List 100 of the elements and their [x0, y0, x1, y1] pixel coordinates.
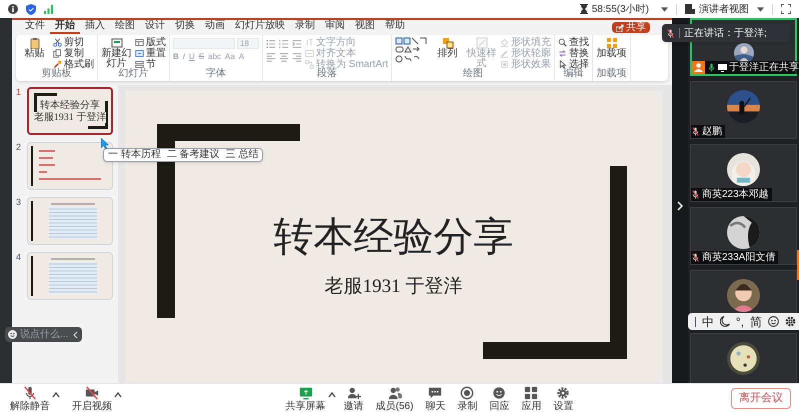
participant-name: 赵鹏: [702, 126, 722, 138]
align-right-icon: [292, 52, 302, 62]
ribbon-button[interactable]: 替换: [558, 48, 590, 59]
slide-subtitle: 老服1931 于登洋: [324, 275, 464, 299]
layers-icon: [442, 37, 454, 49]
swap-arrows-icon: [558, 49, 568, 58]
chevron-left-icon: [73, 330, 78, 338]
cursor-icon: [558, 60, 568, 69]
ribbon-tab[interactable]: 绘图: [110, 20, 140, 34]
ribbon-button[interactable]: 新建幻灯片: [101, 37, 132, 68]
tooltip-item: 二 备考建议: [166, 149, 220, 161]
view-mode-button[interactable]: 演讲者视图: [685, 2, 764, 16]
group-label: 编辑: [562, 68, 584, 79]
effects-icon: [500, 60, 510, 69]
screen-share-icon: [298, 386, 313, 400]
thumbnail-title: 转本经验分享: [40, 100, 100, 110]
group-label: 剪贴板: [40, 68, 72, 79]
settings-icon: [556, 386, 570, 400]
chevron-right-icon: [677, 201, 683, 211]
leave-meeting-button[interactable]: 离开会议: [731, 388, 792, 409]
font-name-field[interactable]: [173, 38, 235, 49]
caret-icon: [757, 6, 764, 12]
ribbon-button[interactable]: 版式: [135, 37, 166, 48]
ribbon-tab[interactable]: 文件: [20, 20, 50, 34]
paint-bucket-icon: [500, 38, 510, 47]
text-direction-icon: [305, 38, 314, 47]
bullet-list-icon: [266, 39, 276, 49]
slide-icon: [135, 49, 144, 58]
pen-icon: [500, 49, 510, 58]
speaking-indicator: 正在讲话：于登洋;: [684, 26, 767, 40]
ribbon-tab[interactable]: 视图: [350, 20, 380, 34]
copy-icon: [53, 49, 62, 58]
toolbar-button[interactable]: 成员(56): [370, 386, 420, 412]
ribbon-button[interactable]: 剪切: [53, 37, 94, 48]
clipboard-icon: [28, 37, 40, 49]
smiley-icon: [492, 386, 506, 400]
toolbar-button[interactable]: 设置: [547, 386, 580, 412]
muted-microphone-icon: [666, 28, 675, 38]
ribbon-tab[interactable]: 录制: [290, 20, 320, 34]
diagram-icon: [305, 60, 314, 69]
ribbon-button[interactable]: 节: [135, 59, 166, 70]
paintbrush-icon: [53, 60, 62, 69]
align-center-icon: [279, 52, 289, 62]
participant-name: 于登洋正在共享: [729, 62, 799, 74]
presenter-icon: [685, 4, 695, 14]
tooltip-item: 三 总结: [226, 149, 258, 161]
section-icon: [135, 60, 144, 69]
align-left-icon: [266, 52, 276, 62]
caret-icon: [52, 392, 60, 398]
ribbon-button[interactable]: 排列: [432, 37, 464, 68]
ribbon-tab[interactable]: 设计: [140, 20, 170, 34]
mouse-pointer-icon: [101, 138, 109, 149]
toolbar-button[interactable]: 应用: [515, 386, 548, 412]
slide-title: 转本经验分享: [272, 213, 514, 261]
scrollbar-thumb[interactable]: [797, 250, 799, 280]
comment-field[interactable]: 说点什么...: [5, 327, 82, 342]
toolbar-button[interactable]: 共享屏幕: [280, 386, 332, 412]
ribbon-tab[interactable]: 幻灯片放映: [230, 20, 290, 34]
fullscreen-icon: [781, 4, 791, 14]
align-icon: [305, 49, 314, 58]
ribbon-tab[interactable]: 插入: [80, 20, 110, 34]
person-icon: [692, 61, 705, 74]
toolbar-button[interactable]: 录制: [451, 386, 484, 412]
grid-icon: [606, 37, 618, 49]
ribbon-button[interactable]: 查找: [558, 37, 590, 48]
screen-icon: [718, 64, 727, 72]
shapes-gallery-icon: [395, 37, 430, 65]
toolbar-button[interactable]: 聊天: [419, 386, 452, 412]
caret-icon: [661, 6, 668, 12]
smiley-icon: [8, 330, 17, 339]
chat-icon: [428, 386, 442, 400]
ribbon-tab[interactable]: 切换: [170, 20, 200, 34]
toolbar-button[interactable]: 邀请: [338, 386, 370, 412]
participant-name: 商英233A阳文倩: [702, 252, 776, 264]
share-icon: [616, 24, 624, 32]
ribbon-tab[interactable]: 帮助: [380, 20, 410, 34]
slide-number: 2: [16, 142, 22, 154]
group-label: 加载项: [596, 68, 628, 79]
toolbar-button[interactable]: 解除静音: [4, 386, 56, 412]
signal-icon: [44, 4, 53, 14]
slide-number: 1: [16, 87, 22, 99]
ribbon-tab[interactable]: 动画: [200, 20, 230, 34]
ribbon-button[interactable]: 加载项: [596, 37, 628, 68]
people-icon: [388, 386, 402, 400]
ribbon-button[interactable]: 复制: [53, 48, 94, 59]
toolbar-button[interactable]: 开启视频: [66, 386, 118, 412]
hourglass-icon: [580, 4, 588, 14]
numbered-list-icon: [279, 39, 289, 49]
ribbon-tab[interactable]: 审阅: [320, 20, 350, 34]
toolbar-button[interactable]: 回应: [483, 386, 516, 412]
grid-icon: [524, 386, 538, 400]
layout-icon: [135, 38, 144, 47]
ribbon-button[interactable]: 重置: [135, 48, 166, 59]
slide-number: 4: [16, 252, 22, 264]
participant-name: 商英223本邓越: [702, 188, 769, 200]
meeting-timer: 58:55(3小时): [592, 2, 649, 16]
share-button[interactable]: 共享: [612, 22, 650, 33]
group-label: 绘图: [462, 68, 484, 79]
tooltip-item: 一 转本历程: [108, 149, 161, 161]
ribbon-button[interactable]: 粘贴: [19, 37, 50, 68]
